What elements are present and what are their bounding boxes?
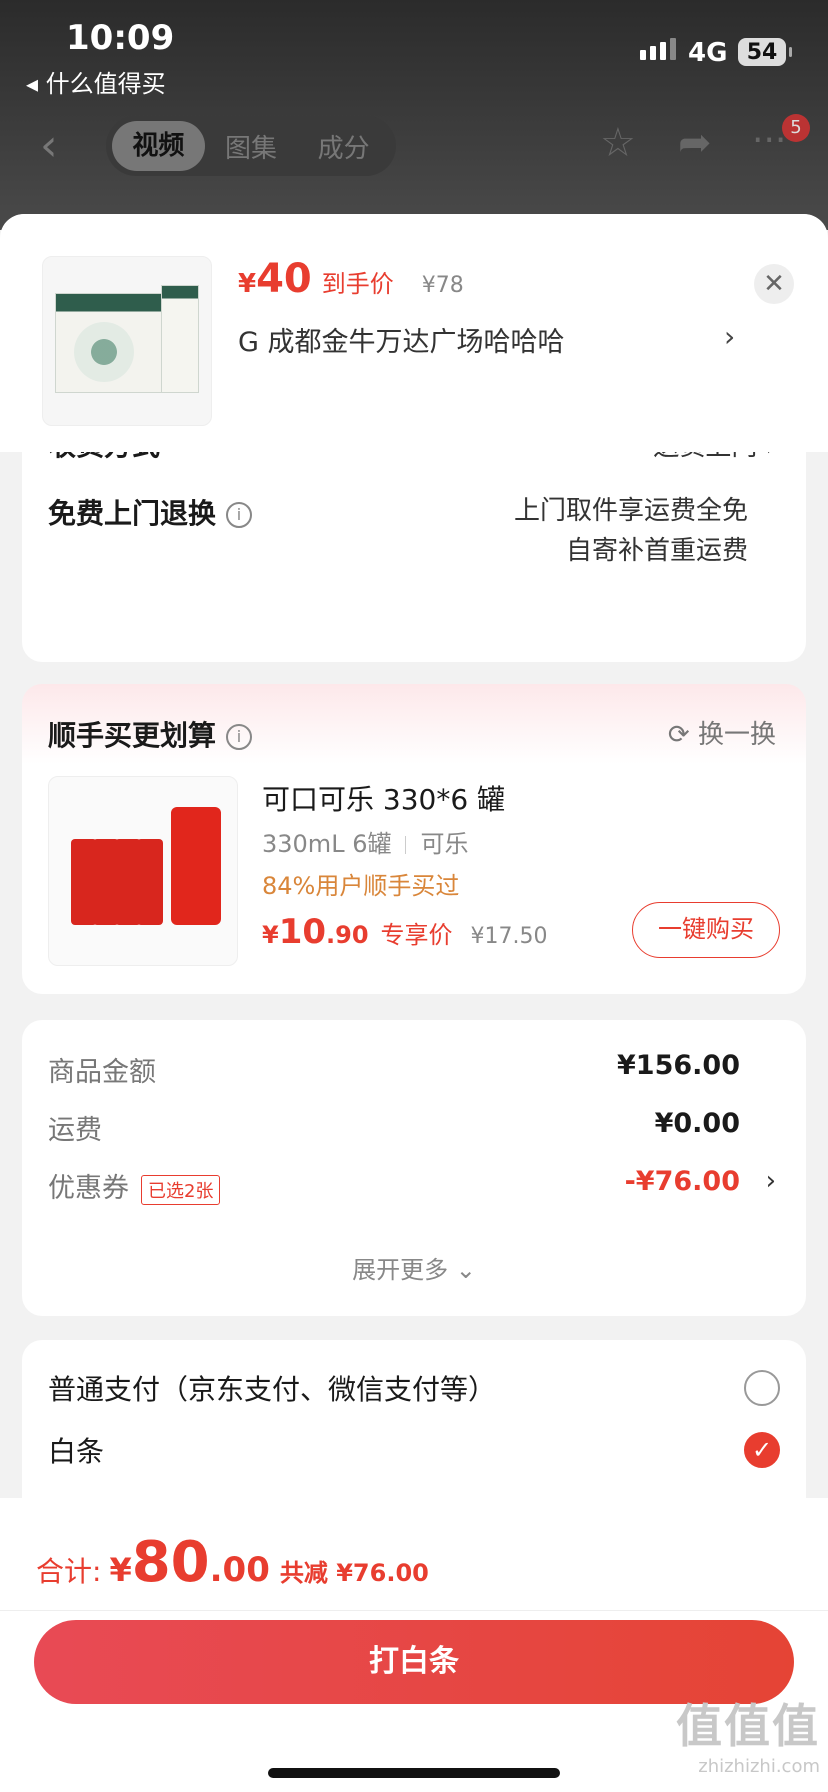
divider — [405, 836, 407, 854]
goods-amount-value: ¥156.00 — [617, 1050, 740, 1081]
tab-gallery[interactable]: 图集 — [205, 128, 298, 165]
spec-type: 可乐 — [420, 830, 469, 858]
shipping-label: 运费 — [48, 1115, 102, 1146]
price-amount: 40 — [256, 256, 312, 302]
addon-price: ¥ 10 .90 专享价 ¥17.50 — [262, 912, 548, 952]
product-thumbnail — [42, 256, 212, 426]
star-icon[interactable]: ☆ — [600, 120, 636, 166]
buy-rate: 84%用户顺手买过 — [262, 872, 460, 900]
status-time: 10:09 — [66, 18, 175, 58]
expand-more-button[interactable]: 展开更多 ⌄ — [22, 1250, 806, 1285]
chevron-right-icon[interactable]: › — [766, 1166, 776, 1196]
addon-spec: 330mL 6罐 可乐 — [262, 824, 468, 859]
coke-image[interactable] — [48, 776, 238, 966]
top-nav: ‹ 视频 图集 成分 ☆ ➦ ··· 5 — [0, 110, 828, 180]
swap-label: 换一换 — [697, 720, 776, 750]
battery-icon: 54 — [738, 38, 792, 66]
goods-amount-label: 商品金额 — [48, 1057, 156, 1088]
payment-option-baitiao[interactable]: 白条 — [48, 1430, 104, 1470]
coupon-label[interactable]: 优惠券 已选2张 — [48, 1166, 221, 1205]
return-line-1: 上门取件享运费全免 — [513, 496, 748, 526]
addon-price-dec: .90 — [326, 921, 369, 949]
payment-option-normal[interactable]: 普通支付（京东支付、微信支付等） — [48, 1368, 496, 1408]
radio-unchecked-icon[interactable] — [744, 1370, 780, 1406]
shipping-value: ¥0.00 — [654, 1108, 740, 1139]
free-return-text: 免费上门退换 — [48, 497, 217, 530]
status-bar: 10:09 ◂ 什么值得买 4G 54 — [0, 0, 828, 100]
final-price: ¥ 40 到手价 ¥78 — [238, 256, 464, 302]
addon-price-currency: ¥ — [262, 921, 279, 949]
coupon-label-text: 优惠券 — [48, 1173, 129, 1204]
total-currency: ¥ — [109, 1551, 132, 1589]
addon-product-name[interactable]: 可口可乐 330*6 罐 — [262, 778, 505, 818]
addon-title-text: 顺手买更划算 — [48, 719, 217, 752]
milk-bottle-image — [161, 285, 199, 393]
radio-checked-icon[interactable]: ✓ — [744, 1432, 780, 1468]
total-discount: 共减 ¥76.00 — [279, 1559, 429, 1587]
price-currency: ¥ — [238, 269, 257, 299]
divider — [0, 1610, 828, 1611]
bottom-bar: 合计: ¥ 80 .00 共减 ¥76.00 打白条 值值值 zhizhizhi… — [0, 1498, 828, 1792]
back-arrow-icon[interactable]: ‹ — [40, 120, 58, 171]
product-header: ¥ 40 到手价 ¥78 G 成都金牛万达广场哈哈哈 › ✕ — [0, 214, 828, 452]
milk-box-image — [55, 293, 171, 393]
close-button[interactable]: ✕ — [754, 264, 794, 304]
addon-price-tag: 专享价 — [380, 921, 453, 949]
info-icon[interactable]: i — [226, 724, 253, 750]
one-click-buy-button[interactable]: 一键购买 — [632, 902, 780, 958]
refresh-icon: ⟳ — [667, 720, 698, 750]
watermark-logo: 值值值 — [676, 1699, 820, 1753]
can-image-large — [171, 807, 221, 925]
addon-original-price: ¥17.50 — [470, 924, 548, 949]
notification-badge: 5 — [782, 114, 810, 142]
addon-price-int: 10 — [278, 912, 327, 952]
coupon-count-badge: 已选2张 — [141, 1174, 221, 1205]
share-icon[interactable]: ➦ — [678, 120, 712, 166]
price-tag: 到手价 — [321, 270, 394, 298]
signal-icon — [640, 38, 676, 60]
watermark: 值值值 zhizhizhi.com — [676, 1690, 820, 1777]
delivery-address[interactable]: G 成都金牛万达广场哈哈哈 — [238, 320, 738, 359]
can-image — [137, 839, 163, 925]
total-amount: 合计: ¥ 80 .00 共减 ¥76.00 — [36, 1530, 429, 1595]
home-indicator — [268, 1768, 560, 1778]
swap-button[interactable]: ⟳ 换一换 — [668, 714, 776, 751]
return-line-2: 自寄补首重运费 — [565, 536, 748, 566]
watermark-url: zhizhizhi.com — [698, 1756, 820, 1777]
chevron-right-icon[interactable]: › — [724, 320, 735, 353]
addon-card: 顺手买更划算 i ⟳ 换一换 可口可乐 330*6 罐 330mL 6罐 可乐 84… — [22, 684, 806, 994]
info-icon[interactable]: i — [226, 502, 253, 528]
total-int: 80 — [131, 1530, 210, 1595]
network-label: 4G — [688, 38, 728, 68]
coupon-value[interactable]: -¥76.00 — [625, 1166, 740, 1197]
price-summary-card: 商品金额 ¥156.00 运费 ¥0.00 优惠券 已选2张 -¥76.00 › … — [22, 1020, 806, 1316]
tab-video[interactable]: 视频 — [112, 121, 205, 171]
free-return-label: 免费上门退换 i — [48, 492, 253, 532]
tab-ingredients[interactable]: 成分 — [297, 128, 390, 165]
original-price: ¥78 — [421, 273, 464, 298]
total-label: 合计: — [36, 1555, 102, 1588]
media-tabs: 视频 图集 成分 — [106, 116, 396, 176]
back-to-app-link[interactable]: ◂ 什么值得买 — [26, 64, 166, 99]
addon-title: 顺手买更划算 i — [48, 714, 253, 754]
spec-volume: 330mL 6罐 — [262, 830, 392, 858]
total-dec: .00 — [209, 1550, 270, 1590]
